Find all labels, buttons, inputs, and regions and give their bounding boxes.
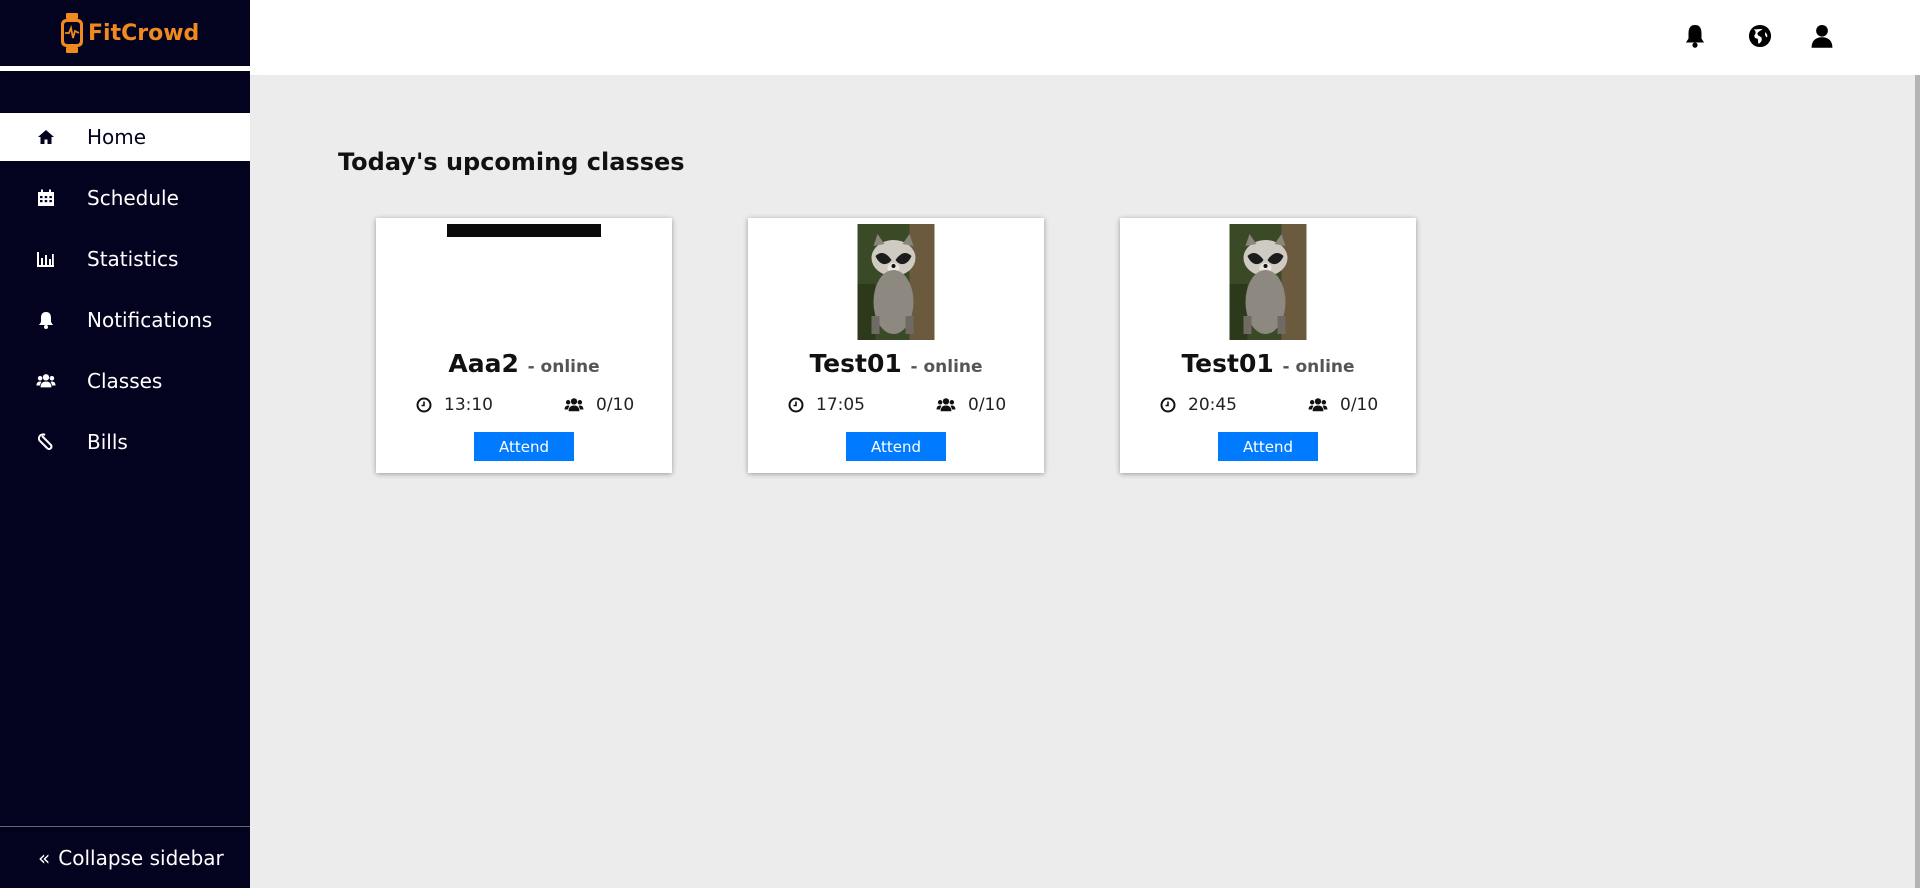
page-scrollbar-thumb[interactable] [1915, 75, 1920, 888]
class-capacity-value: 0/10 [596, 395, 635, 415]
brand-name: FitCrowd [88, 20, 200, 46]
class-capacity: 0/10 [564, 395, 634, 415]
class-image [857, 224, 935, 340]
globe-icon[interactable] [1747, 23, 1773, 49]
attend-button[interactable]: Attend [1218, 432, 1318, 461]
raccoon-photo-icon [857, 224, 935, 340]
sidebar-item-home[interactable]: Home [0, 113, 250, 161]
collapse-sidebar-label: Collapse sidebar [58, 845, 224, 870]
users-icon [936, 398, 956, 412]
attend-button[interactable]: Attend [474, 432, 574, 461]
class-card: Test01 - online 17:05 0/10 Attend [748, 218, 1044, 473]
bell-icon[interactable] [1682, 23, 1708, 49]
home-icon [35, 126, 57, 148]
class-mode: - online [527, 357, 600, 377]
clock-icon [1160, 397, 1176, 413]
class-capacity: 0/10 [1308, 395, 1378, 415]
bell-icon [35, 309, 57, 331]
class-capacity: 0/10 [936, 395, 1006, 415]
sidebar-item-classes[interactable]: Classes [0, 357, 250, 405]
class-mode: - online [1282, 357, 1355, 377]
sidebar-nav: Home Schedule Statistics Notifications C… [0, 113, 250, 479]
sidebar-item-label: Classes [87, 369, 163, 393]
sidebar-item-bills[interactable]: Bills [0, 418, 250, 466]
class-capacity-value: 0/10 [968, 395, 1007, 415]
class-time: 13:10 [416, 395, 493, 415]
class-card: Test01 - online 20:45 0/10 Attend [1120, 218, 1416, 473]
class-time-value: 20:45 [1188, 395, 1237, 415]
class-time-value: 17:05 [816, 395, 865, 415]
brand-logo[interactable]: FitCrowd [0, 0, 250, 71]
sidebar-item-statistics[interactable]: Statistics [0, 235, 250, 283]
collapse-sidebar-button[interactable]: « Collapse sidebar [0, 826, 250, 888]
class-image [447, 224, 601, 237]
class-time: 17:05 [788, 395, 865, 415]
sidebar-item-label: Schedule [87, 186, 179, 210]
top-bar [250, 0, 1920, 75]
class-mode: - online [910, 357, 983, 377]
smartwatch-logo-icon [61, 13, 83, 53]
users-icon [564, 398, 584, 412]
raccoon-photo-icon [1229, 224, 1307, 340]
sidebar: FitCrowd Home Schedule Statistics Notifi… [0, 0, 250, 888]
paperclip-icon [35, 431, 57, 453]
class-image [1229, 224, 1307, 340]
class-name: Test01 [1181, 349, 1274, 378]
sidebar-item-label: Bills [87, 430, 128, 454]
sidebar-item-schedule[interactable]: Schedule [0, 174, 250, 222]
sidebar-item-label: Home [87, 125, 147, 149]
class-card: Aaa2 - online 13:10 0/10 Attend [376, 218, 672, 473]
clock-icon [788, 397, 804, 413]
double-chevron-left-icon: « [38, 845, 51, 870]
users-icon [35, 370, 57, 392]
class-title: Test01 - online [748, 349, 1044, 378]
sidebar-item-label: Statistics [87, 247, 179, 271]
users-icon [1308, 398, 1328, 412]
clock-icon [416, 397, 432, 413]
calendar-icon [35, 187, 57, 209]
bar-chart-icon [35, 248, 57, 270]
class-name: Aaa2 [448, 349, 519, 378]
sidebar-item-notifications[interactable]: Notifications [0, 296, 250, 344]
user-icon[interactable] [1809, 23, 1835, 49]
sidebar-item-label: Notifications [87, 308, 213, 332]
page-title: Today's upcoming classes [338, 148, 685, 176]
class-time: 20:45 [1160, 395, 1237, 415]
class-name: Test01 [809, 349, 902, 378]
class-time-value: 13:10 [444, 395, 493, 415]
attend-button[interactable]: Attend [846, 432, 946, 461]
class-capacity-value: 0/10 [1340, 395, 1379, 415]
class-title: Test01 - online [1120, 349, 1416, 378]
class-title: Aaa2 - online [376, 349, 672, 378]
